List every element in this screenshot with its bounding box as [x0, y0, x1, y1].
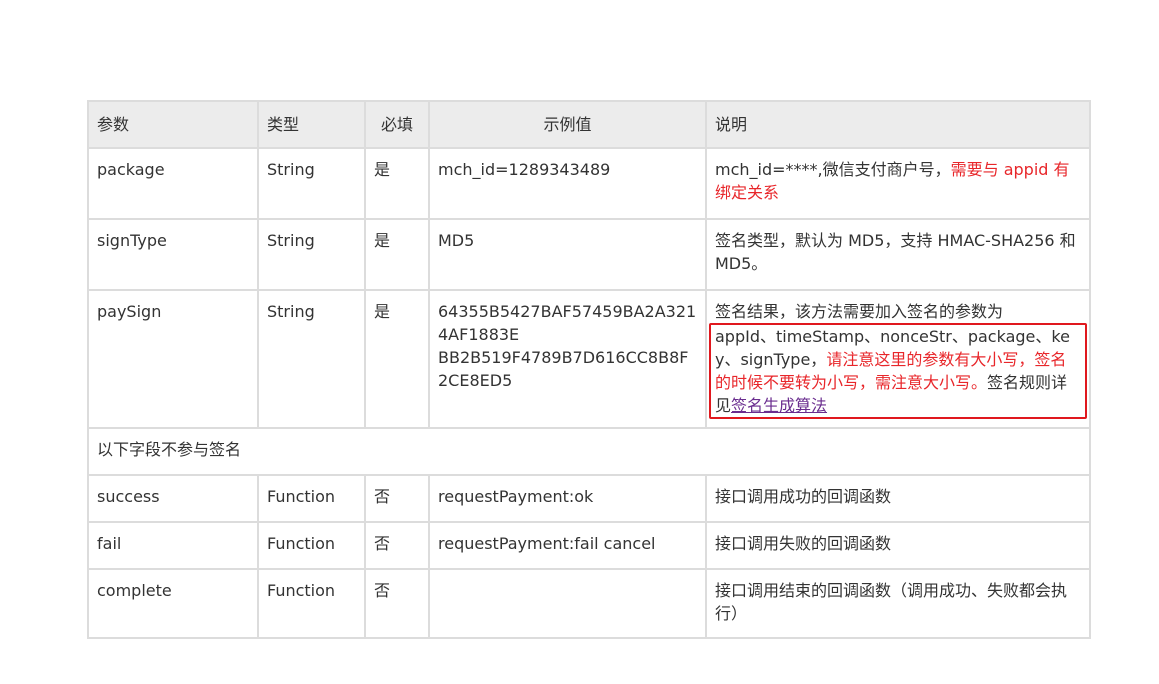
table-row: signType String 是 MD5 签名类型，默认为 MD5，支持 HM… — [87, 218, 1091, 291]
param-example: MD5 — [428, 218, 707, 291]
param-type: String — [257, 218, 366, 291]
table-row: fail Function 否 requestPayment:fail canc… — [87, 521, 1091, 570]
param-description: 签名类型，默认为 MD5，支持 HMAC-SHA256 和 MD5。 — [705, 218, 1091, 291]
table-section-row: 以下字段不参与签名 — [87, 427, 1091, 476]
param-example: 64355B5427BAF57459BA2A3214AF1883E BB2B51… — [428, 289, 707, 429]
header-description: 说明 — [705, 100, 1091, 149]
param-example: mch_id=1289343489 — [428, 147, 707, 220]
param-type: String — [257, 147, 366, 220]
param-description: 接口调用失败的回调函数 — [705, 521, 1091, 570]
desc-text: 签名结果，该方法需要加入签名的参数为 — [715, 302, 1004, 321]
param-type: Function — [257, 474, 366, 523]
sign-algorithm-link[interactable]: 签名生成算法 — [731, 396, 827, 415]
header-param: 参数 — [87, 100, 259, 149]
header-type: 类型 — [257, 100, 366, 149]
table-row: complete Function 否 接口调用结束的回调函数（调用成功、失败都… — [87, 568, 1091, 639]
header-required: 必填 — [364, 100, 430, 149]
param-name: package — [87, 147, 259, 220]
param-required: 是 — [364, 147, 430, 220]
param-example: requestPayment:ok — [428, 474, 707, 523]
table-row: paySign String 是 64355B5427BAF57459BA2A3… — [87, 289, 1091, 429]
param-description: mch_id=****,微信支付商户号，需要与 appid 有绑定关系 — [705, 147, 1091, 220]
param-name: complete — [87, 568, 259, 639]
param-description: 接口调用结束的回调函数（调用成功、失败都会执行） — [705, 568, 1091, 639]
param-required: 否 — [364, 568, 430, 639]
signature-line-2: BB2B519F4789B7D616CC8B8F2CE8ED5 — [438, 348, 689, 390]
table-row: success Function 否 requestPayment:ok 接口调… — [87, 474, 1091, 523]
signature-line-1: 64355B5427BAF57459BA2A3214AF1883E — [438, 302, 697, 344]
param-example: requestPayment:fail cancel — [428, 521, 707, 570]
param-required: 否 — [364, 521, 430, 570]
section-label: 以下字段不参与签名 — [87, 427, 1091, 476]
desc-text: mch_id=****,微信支付商户号， — [715, 160, 951, 179]
table-row: package String 是 mch_id=1289343489 mch_i… — [87, 147, 1091, 220]
param-name: signType — [87, 218, 259, 291]
param-required: 否 — [364, 474, 430, 523]
table-header-row: 参数 类型 必填 示例值 说明 — [87, 100, 1091, 149]
header-example: 示例值 — [428, 100, 707, 149]
parameter-table: 参数 类型 必填 示例值 说明 package String 是 mch_id=… — [87, 100, 1091, 639]
param-required: 是 — [364, 289, 430, 429]
param-name: fail — [87, 521, 259, 570]
param-description: 接口调用成功的回调函数 — [705, 474, 1091, 523]
param-description: 签名结果，该方法需要加入签名的参数为 appId、timeStamp、nonce… — [705, 289, 1091, 429]
param-type: String — [257, 289, 366, 429]
param-name: success — [87, 474, 259, 523]
param-type: Function — [257, 521, 366, 570]
highlight-box: appId、timeStamp、nonceStr、package、key、sig… — [709, 323, 1087, 419]
param-required: 是 — [364, 218, 430, 291]
param-type: Function — [257, 568, 366, 639]
param-name: paySign — [87, 289, 259, 429]
param-example — [428, 568, 707, 639]
